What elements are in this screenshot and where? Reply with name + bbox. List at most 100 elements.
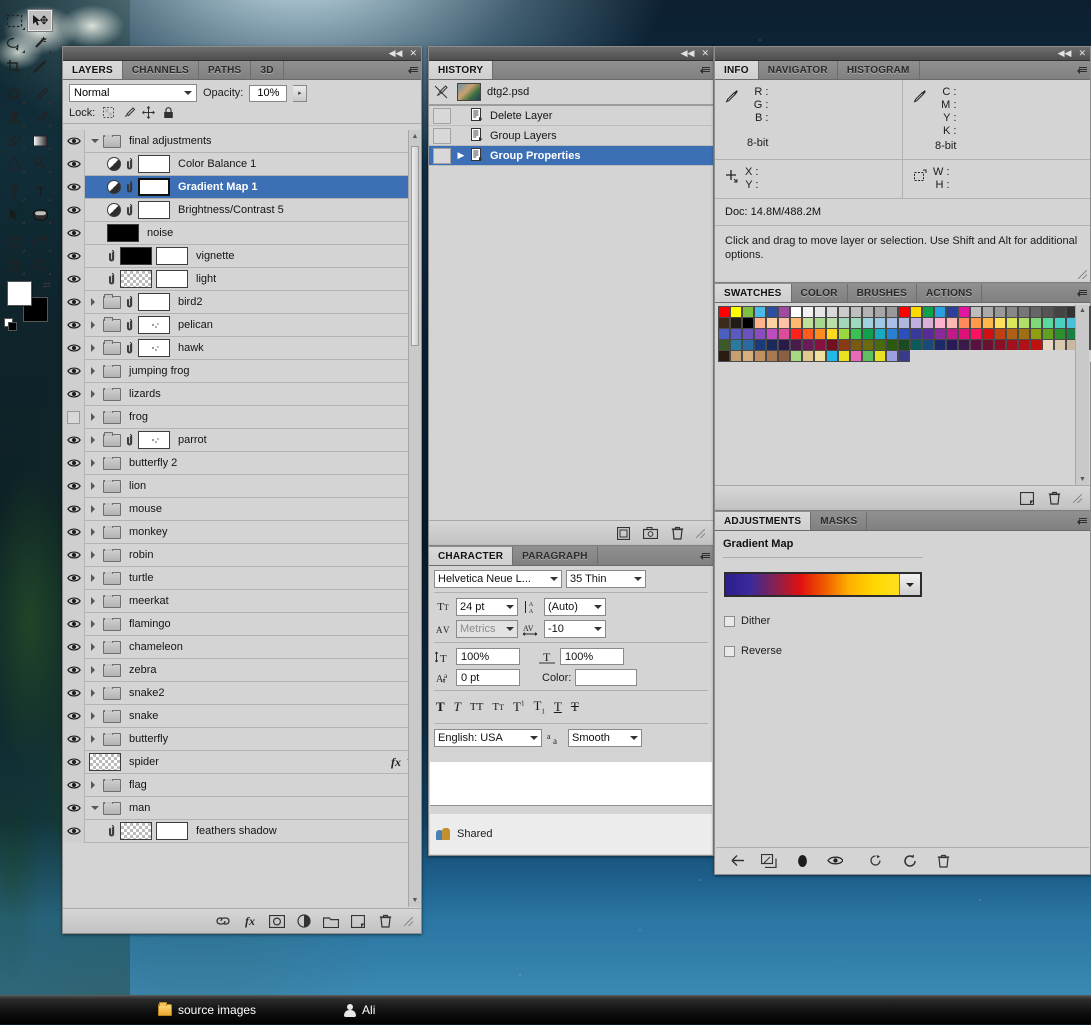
chevron-right-icon[interactable]: [91, 712, 99, 720]
tab-color[interactable]: COLOR: [792, 284, 848, 302]
layer-row[interactable]: parrot: [63, 429, 421, 452]
layer-visibility-toggle[interactable]: [63, 751, 85, 774]
new-document-icon[interactable]: [615, 525, 631, 541]
chevron-right-icon[interactable]: [91, 643, 99, 651]
mask-link-icon[interactable]: [125, 295, 134, 309]
language-select[interactable]: English: USA: [434, 729, 542, 747]
tab-histogram[interactable]: HISTOGRAM: [838, 61, 920, 79]
layer-row[interactable]: Brightness/Contrast 5: [63, 199, 421, 222]
marquee-tool[interactable]: [1, 9, 27, 32]
layer-visibility-toggle[interactable]: [63, 360, 85, 383]
layer-visibility-toggle[interactable]: [63, 475, 85, 498]
history-state-row[interactable]: ▶Group Properties: [429, 146, 713, 166]
tab-brushes[interactable]: BRUSHES: [848, 284, 917, 302]
color-swatch[interactable]: [874, 350, 886, 362]
close-icon[interactable]: ✕: [699, 49, 711, 58]
mask-link-icon[interactable]: [125, 180, 134, 194]
layer-row[interactable]: light: [63, 268, 421, 291]
layer-visibility-toggle[interactable]: [63, 774, 85, 797]
close-icon[interactable]: ✕: [407, 49, 419, 58]
collapse-icon[interactable]: ◀◀: [679, 49, 697, 58]
lock-position-icon[interactable]: [142, 106, 155, 119]
layer-mask-thumbnail[interactable]: [156, 247, 188, 265]
group-mask-thumbnail[interactable]: [138, 339, 170, 357]
layer-visibility-toggle[interactable]: [63, 429, 85, 452]
swatches-grid[interactable]: [715, 303, 1090, 361]
new-snapshot-icon[interactable]: [642, 525, 658, 541]
layer-visibility-toggle[interactable]: [63, 659, 85, 682]
layer-visibility-toggle[interactable]: [63, 452, 85, 475]
layer-visibility-toggle[interactable]: [63, 636, 85, 659]
delete-layer-icon[interactable]: [377, 913, 393, 929]
history-panel-menu-icon[interactable]: [697, 61, 713, 79]
color-swatch[interactable]: [754, 350, 766, 362]
tab-history[interactable]: HISTORY: [429, 61, 493, 79]
layer-thumbnail[interactable]: [107, 224, 139, 242]
tab-swatches[interactable]: SWATCHES: [715, 284, 792, 302]
layer-row[interactable]: chameleon: [63, 636, 421, 659]
layer-visibility-toggle[interactable]: [63, 567, 85, 590]
layer-row[interactable]: butterfly 2: [63, 452, 421, 475]
default-colors-icon[interactable]: [4, 318, 15, 329]
chevron-right-icon[interactable]: [91, 735, 99, 743]
layer-row[interactable]: bird2: [63, 291, 421, 314]
history-state-row[interactable]: Group Layers: [429, 126, 713, 146]
layer-visibility-toggle[interactable]: [63, 130, 85, 153]
blur-tool[interactable]: [1, 152, 27, 175]
swatches-scrollbar[interactable]: ▲ ▼: [1075, 305, 1089, 485]
layer-visibility-toggle[interactable]: [63, 268, 85, 291]
tab-info[interactable]: INFO: [715, 61, 759, 79]
layer-row[interactable]: flamingo: [63, 613, 421, 636]
layer-mask-thumbnail[interactable]: [156, 822, 188, 840]
layer-row[interactable]: pelican: [63, 314, 421, 337]
layer-row[interactable]: hawk: [63, 337, 421, 360]
pen-tool[interactable]: [1, 180, 27, 203]
tab-layers[interactable]: LAYERS: [63, 61, 123, 79]
layer-row[interactable]: final adjustments: [63, 130, 421, 153]
info-resize-grip[interactable]: [1078, 270, 1087, 279]
layer-visibility-toggle[interactable]: [63, 176, 85, 199]
layers-panel-menu-icon[interactable]: [405, 61, 421, 79]
anti-alias-select[interactable]: Smooth: [568, 729, 642, 747]
color-swatch[interactable]: [838, 350, 850, 362]
layer-thumbnail[interactable]: [120, 247, 152, 265]
layer-visibility-toggle[interactable]: [63, 521, 85, 544]
healing-brush-tool[interactable]: [1, 83, 27, 106]
chevron-right-icon[interactable]: [91, 620, 99, 628]
reverse-checkbox[interactable]: [724, 646, 735, 657]
layer-row[interactable]: meerkat: [63, 590, 421, 613]
chevron-right-icon[interactable]: [91, 390, 99, 398]
magic-wand-tool[interactable]: [27, 32, 53, 55]
mask-link-icon[interactable]: [107, 272, 116, 286]
scroll-up-icon[interactable]: ▲: [409, 130, 421, 143]
layer-row[interactable]: snake: [63, 705, 421, 728]
tracking-select[interactable]: -10: [544, 620, 606, 638]
font-family-select[interactable]: Helvetica Neue L...: [434, 570, 562, 588]
chevron-right-icon[interactable]: [91, 482, 99, 490]
color-swatch[interactable]: [802, 350, 814, 362]
reset-icon[interactable]: [902, 853, 918, 869]
layer-row[interactable]: monkey: [63, 521, 421, 544]
color-swatch[interactable]: [886, 350, 898, 362]
zoom-tool[interactable]: [27, 254, 53, 277]
shape-tool[interactable]: [27, 203, 53, 226]
history-resize-grip[interactable]: [696, 529, 705, 538]
layer-row[interactable]: zebra: [63, 659, 421, 682]
layer-row[interactable]: butterfly: [63, 728, 421, 751]
layer-row[interactable]: frog: [63, 406, 421, 429]
layer-visibility-toggle[interactable]: [63, 498, 85, 521]
layer-thumbnail[interactable]: [138, 155, 170, 173]
color-swatch[interactable]: [862, 350, 874, 362]
reverse-row[interactable]: Reverse: [724, 645, 1090, 657]
foreground-color-swatch[interactable]: [7, 281, 32, 306]
chevron-right-icon[interactable]: [91, 413, 99, 421]
info-titlebar[interactable]: ◀◀ ✕: [715, 47, 1090, 61]
mask-link-icon[interactable]: [125, 341, 134, 355]
chevron-down-icon[interactable]: [91, 139, 99, 147]
layer-visibility-toggle[interactable]: [63, 590, 85, 613]
chevron-right-icon[interactable]: [91, 689, 99, 697]
layer-row[interactable]: jumping frog: [63, 360, 421, 383]
mask-link-icon[interactable]: [125, 433, 134, 447]
layer-visibility-toggle[interactable]: [63, 613, 85, 636]
mask-link-icon[interactable]: [125, 157, 134, 171]
